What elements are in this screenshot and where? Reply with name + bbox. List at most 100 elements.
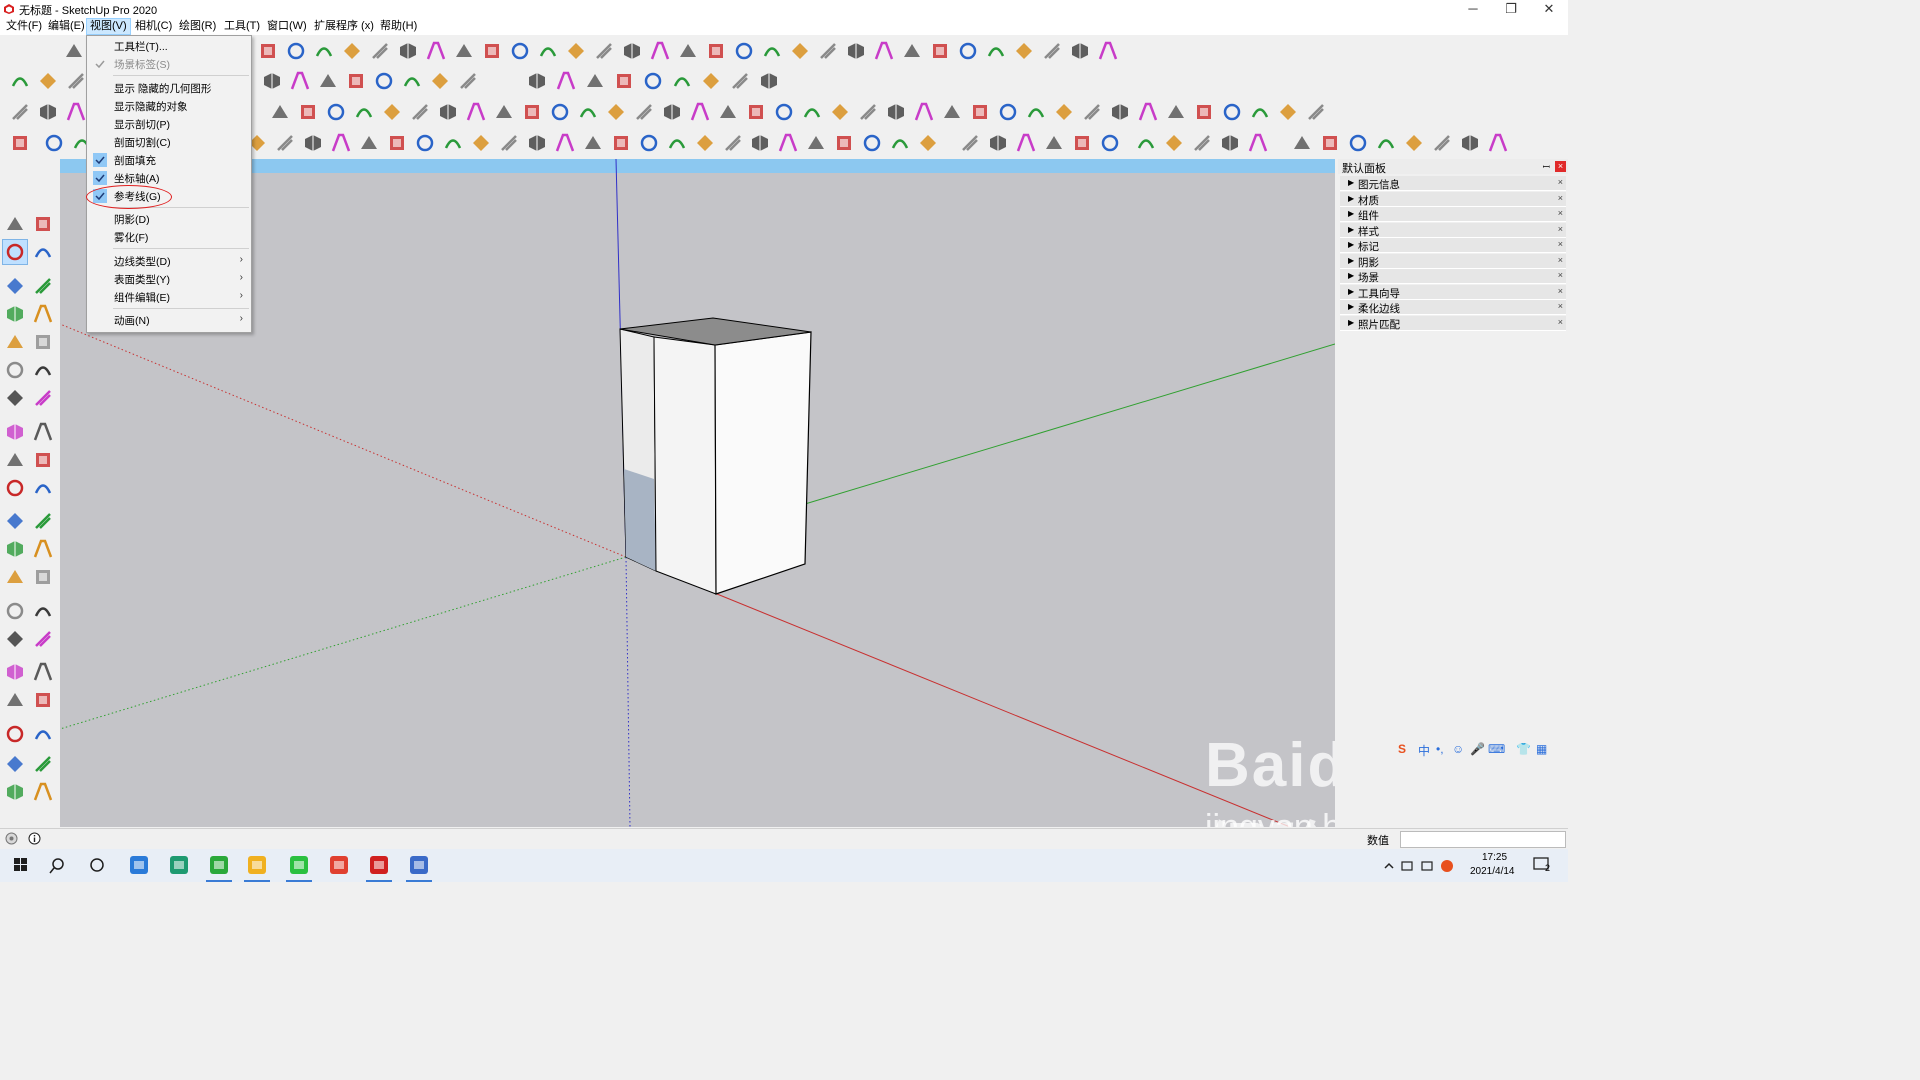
tray-section[interactable]: ▶ 阴影 × [1340,253,1566,269]
toolbar-tool-button[interactable] [744,100,768,124]
large-tool-button[interactable] [31,752,55,776]
toolbar-tool-button[interactable] [648,39,672,63]
toolbar-tool-button[interactable] [632,100,656,124]
toolbar-tool-button[interactable] [564,39,588,63]
menu-item-face-style[interactable]: 表面类型(Y) › [87,270,251,288]
large-tool-button[interactable] [3,386,27,410]
large-tool-button[interactable] [31,722,55,746]
large-tool-button[interactable] [31,240,55,264]
tray-section-close-icon[interactable]: × [1558,177,1563,187]
menu-camera[interactable]: 相机(C) [132,19,175,34]
tray-section[interactable]: ▶ 场景 × [1340,269,1566,284]
start-button[interactable] [6,853,36,878]
toolbar-tool-button[interactable] [956,39,980,63]
toolbar-tool-button[interactable] [480,39,504,63]
toolbar-tool-button[interactable] [312,39,336,63]
measurements-input[interactable] [1400,831,1566,848]
toolbar-tool-button[interactable] [816,39,840,63]
large-tool-button[interactable] [3,599,27,623]
toolbar-tool-button[interactable] [748,131,772,155]
menu-draw[interactable]: 绘图(R) [176,19,219,34]
tray-section[interactable]: ▶ 照片匹配 × [1340,315,1566,331]
close-window-button[interactable]: ✕ [1530,0,1568,18]
toolbar-tool-button[interactable] [296,100,320,124]
large-tool-button[interactable] [31,302,55,326]
large-tool-button[interactable] [3,330,27,354]
large-tool-button[interactable] [31,420,55,444]
toolbar-tool-button[interactable] [612,69,636,93]
sketchup[interactable] [364,853,394,882]
toolbar-tool-button[interactable] [912,100,936,124]
toolbar-tool-button[interactable] [699,69,723,93]
toolbar-tool-button[interactable] [553,131,577,155]
toolbar-tool-button[interactable] [732,39,756,63]
large-tool-button[interactable] [3,358,27,382]
restore-button[interactable]: ❐ [1492,0,1530,18]
toolbar-tool-button[interactable] [757,69,781,93]
toolbar-tool-button[interactable] [940,100,964,124]
tray-section-close-icon[interactable]: × [1558,270,1563,280]
toolbar-tool-button[interactable] [1068,39,1092,63]
toolbar-tool-button[interactable] [357,131,381,155]
menu-item-show-hidden-objects[interactable]: 显示隐藏的对象 [87,97,251,115]
large-tool-button[interactable] [2,239,28,265]
large-tool-button[interactable] [31,509,55,533]
toolbar-tool-button[interactable] [604,100,628,124]
toolbar-tool-button[interactable] [497,131,521,155]
menu-item-fog[interactable]: 雾化(F) [87,228,251,246]
toolbar-tool-button[interactable] [828,100,852,124]
toolbar-tool-button[interactable] [316,69,340,93]
text-editor[interactable] [164,853,194,878]
toolbar-tool-button[interactable] [721,131,745,155]
large-tool-button[interactable] [31,386,55,410]
search-button[interactable] [44,853,74,878]
large-tool-button[interactable] [3,476,27,500]
large-tool-button[interactable] [3,688,27,712]
toolbar-tool-button[interactable] [800,100,824,124]
large-tool-button[interactable] [31,274,55,298]
toolbar-tool-button[interactable] [776,131,800,155]
menu-extensions[interactable]: 扩展程序 (x) [311,19,377,34]
toolbar-tool-button[interactable] [637,131,661,155]
large-tool-button[interactable] [3,537,27,561]
toolbar-tool-button[interactable] [344,69,368,93]
menu-file[interactable]: 文件(F) [3,19,45,34]
toolbar-tool-button[interactable] [1080,100,1104,124]
tray-section-close-icon[interactable]: × [1558,317,1563,327]
toolbar-tool-button[interactable] [804,131,828,155]
toolbar-tool-button[interactable] [860,131,884,155]
toolbar-tool-button[interactable] [665,131,689,155]
menu-item-edge-style[interactable]: 边线类型(D) › [87,252,251,270]
toolbar-tool-button[interactable] [436,100,460,124]
toolbar-tool-button[interactable] [1246,131,1270,155]
toolbar-tool-button[interactable] [1220,100,1244,124]
toolbar-tool-button[interactable] [1162,131,1186,155]
wechat[interactable] [284,853,314,882]
media-app[interactable] [242,853,272,882]
large-tool-button[interactable] [31,565,55,589]
skin-icon[interactable]: 👕 [1516,742,1531,756]
toolbar-tool-button[interactable] [554,69,578,93]
tray-section-close-icon[interactable]: × [1558,239,1563,249]
punctuation-toggle[interactable]: •, [1436,742,1444,756]
ime-mode-toggle[interactable]: 中 [1418,742,1430,759]
toolbar-tool-button[interactable] [408,100,432,124]
tray-section-close-icon[interactable]: × [1558,224,1563,234]
toolbar-tool-button[interactable] [986,131,1010,155]
tray-section[interactable]: ▶ 样式 × [1340,222,1566,238]
winrar[interactable] [404,853,434,882]
tray-section-close-icon[interactable]: × [1558,193,1563,203]
menu-item-animation[interactable]: 动画(N) › [87,311,251,329]
toolbar-tool-button[interactable] [380,100,404,124]
toolbar-tool-button[interactable] [1014,131,1038,155]
tray-close-button[interactable]: × [1555,161,1566,172]
large-tool-button[interactable] [31,599,55,623]
minimize-button[interactable]: ─ [1454,0,1492,18]
toolbar-tool-button[interactable] [984,39,1008,63]
chrome[interactable] [324,853,354,878]
tray-section-close-icon[interactable]: × [1558,286,1563,296]
toolbar-tool-button[interactable] [693,131,717,155]
taskbar-time[interactable]: 17:25 [1482,852,1507,863]
pin-icon[interactable]: ꟷ [1543,160,1550,173]
toolbar-tool-button[interactable] [508,39,532,63]
